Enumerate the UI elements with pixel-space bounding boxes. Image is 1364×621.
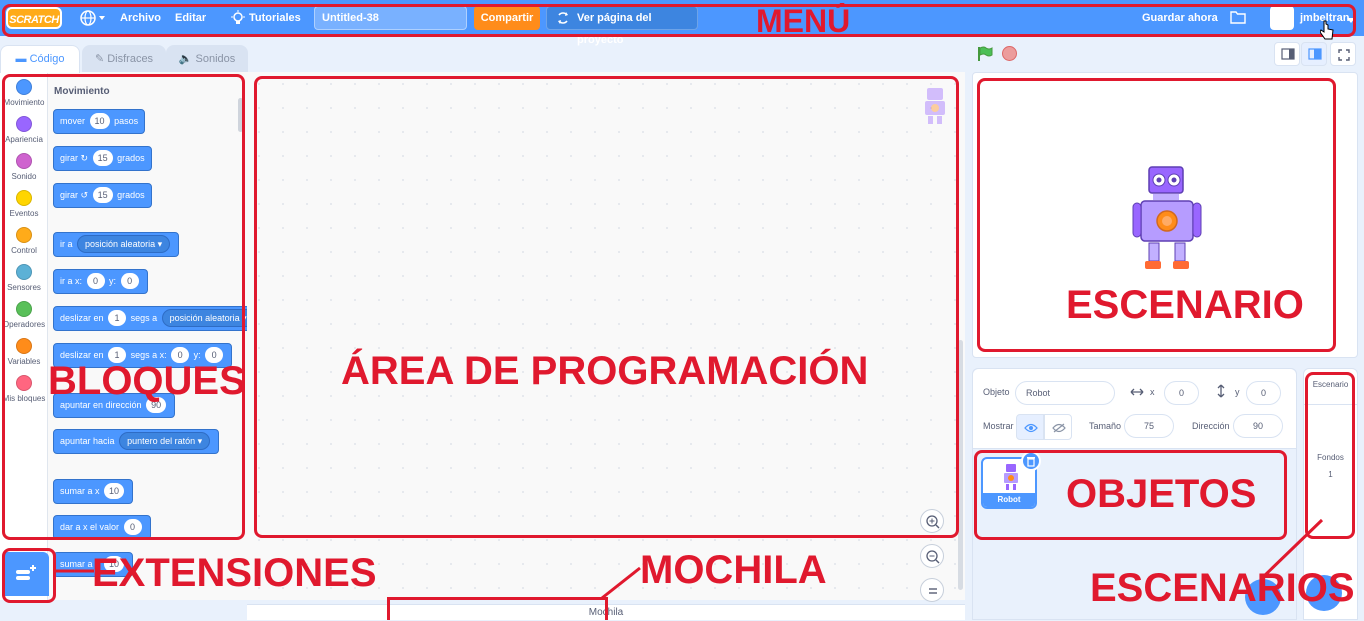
tab-sounds[interactable]: 🔈 Sonidos <box>166 45 248 72</box>
green-flag-button[interactable] <box>977 46 993 65</box>
small-stage-icon <box>1281 48 1295 63</box>
eye-slash-icon <box>1052 423 1066 436</box>
normal-stage-button[interactable] <box>1301 42 1327 66</box>
annotation-backpack: MOCHILA <box>640 548 827 592</box>
eye-icon <box>1024 423 1038 436</box>
small-stage-button[interactable] <box>1274 42 1300 66</box>
show-hidden-button[interactable] <box>1044 414 1072 440</box>
direction-input[interactable]: 90 <box>1233 414 1283 438</box>
normal-stage-icon <box>1308 48 1322 63</box>
annotation-extensions: EXTENSIONES <box>92 551 377 595</box>
size-input[interactable]: 75 <box>1124 414 1174 438</box>
brush-icon: ✎ <box>94 53 105 65</box>
zoom-out-icon <box>926 550 940 567</box>
annotation-box-extensions <box>2 548 56 603</box>
sprite-label: Objeto <box>983 387 1010 397</box>
annotation-arrow-extensions <box>54 566 94 579</box>
tab-code-label: Código <box>29 53 65 65</box>
sprite-info: Objeto Robot x 0 y 0 Mostrar Tamaño 75 D… <box>973 369 1296 449</box>
annotation-arrow-backpack <box>600 566 642 603</box>
green-flag-icon <box>977 46 993 65</box>
annotation-sprites: OBJETOS <box>1066 472 1257 516</box>
speaker-icon: 🔈 <box>178 53 193 65</box>
zoom-out-button[interactable] <box>920 544 944 568</box>
direction-label: Dirección <box>1192 421 1230 431</box>
zoom-reset-button[interactable] <box>920 578 944 602</box>
annotation-box-blocks <box>2 74 245 540</box>
x-label: x <box>1150 387 1155 397</box>
y-label: y <box>1235 387 1240 397</box>
tab-sounds-label: Sonidos <box>195 53 236 65</box>
mouse-cursor-icon <box>1319 20 1334 43</box>
annotation-programming-area: ÁREA DE PROGRAMACIÓN <box>341 349 869 393</box>
stop-button[interactable] <box>1002 46 1017 61</box>
annotation-blocks: BLOQUES <box>48 359 246 403</box>
annotation-box-menu <box>2 4 1356 37</box>
y-input[interactable]: 0 <box>1246 381 1281 405</box>
annotation-menu: MENÚ <box>756 3 851 39</box>
annotation-stage: ESCENARIO <box>1066 283 1304 327</box>
tab-code[interactable]: ▬ Código <box>0 45 80 73</box>
show-label: Mostrar <box>983 421 1014 431</box>
x-input[interactable]: 0 <box>1164 381 1199 405</box>
fullscreen-button[interactable] <box>1330 42 1356 66</box>
code-tab-icon: ▬ <box>15 53 27 65</box>
vertical-arrows-icon <box>1216 384 1226 401</box>
sprite-name-input[interactable]: Robot <box>1015 381 1115 405</box>
tab-costumes-label: Disfraces <box>107 53 154 65</box>
annotation-backdrops: ESCENARIOS <box>1090 566 1355 610</box>
annotation-box-backdrops <box>1305 372 1355 539</box>
show-visible-button[interactable] <box>1016 414 1044 440</box>
annotation-box-backpack <box>387 597 608 620</box>
fullscreen-icon <box>1338 49 1350 64</box>
equals-icon <box>928 586 938 599</box>
size-label: Tamaño <box>1089 421 1122 431</box>
tab-costumes[interactable]: ✎ Disfraces <box>82 45 166 72</box>
annotation-box-programming-area <box>254 76 959 538</box>
horizontal-arrows-icon <box>1130 387 1144 400</box>
